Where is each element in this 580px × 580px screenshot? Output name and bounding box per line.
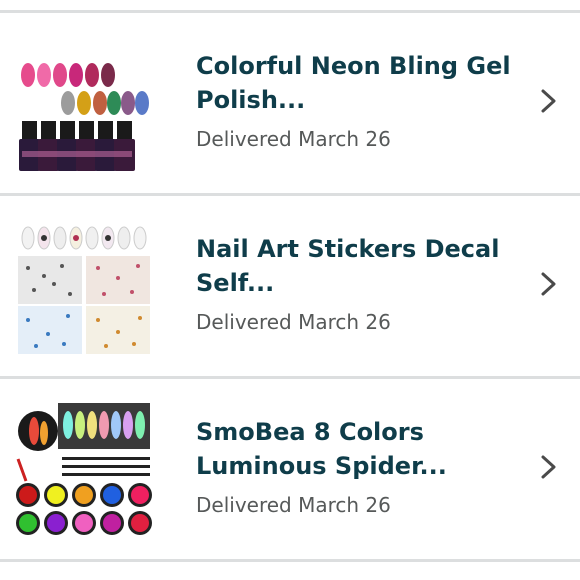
order-list: Colorful Neon Bling Gel Polish... Delive… xyxy=(0,0,580,580)
order-item-nail-stickers[interactable]: Nail Art Stickers Decal Self... Delivere… xyxy=(0,196,580,376)
order-item-spider-gel[interactable]: SmoBea 8 Colors Luminous Spider... Deliv… xyxy=(0,379,580,559)
order-title[interactable]: Colorful Neon Bling Gel Polish... xyxy=(196,49,516,117)
order-item-gel-polish[interactable]: Colorful Neon Bling Gel Polish... Delive… xyxy=(0,13,580,193)
chevron-right-icon[interactable] xyxy=(538,87,560,115)
order-title-line2: Polish... xyxy=(196,86,306,114)
delivery-status: Delivered March 26 xyxy=(196,310,391,334)
delivery-status: Delivered March 26 xyxy=(196,127,391,151)
order-title[interactable]: SmoBea 8 Colors Luminous Spider... xyxy=(196,415,516,483)
nail-art-stickers-image xyxy=(14,216,154,356)
chevron-right-icon[interactable] xyxy=(538,270,560,298)
divider xyxy=(0,559,580,562)
order-title-line1: SmoBea 8 Colors xyxy=(196,418,424,446)
order-title-line2: Self... xyxy=(196,269,275,297)
chevron-right-icon[interactable] xyxy=(538,453,560,481)
delivery-status: Delivered March 26 xyxy=(196,493,391,517)
gel-polish-bottles-image xyxy=(14,33,154,173)
order-title-line1: Colorful Neon Bling Gel xyxy=(196,52,511,80)
order-title-line2: Luminous Spider... xyxy=(196,452,447,480)
order-title[interactable]: Nail Art Stickers Decal Self... xyxy=(196,232,516,300)
order-title-line1: Nail Art Stickers Decal xyxy=(196,235,500,263)
spider-gel-pots-image xyxy=(14,399,154,539)
